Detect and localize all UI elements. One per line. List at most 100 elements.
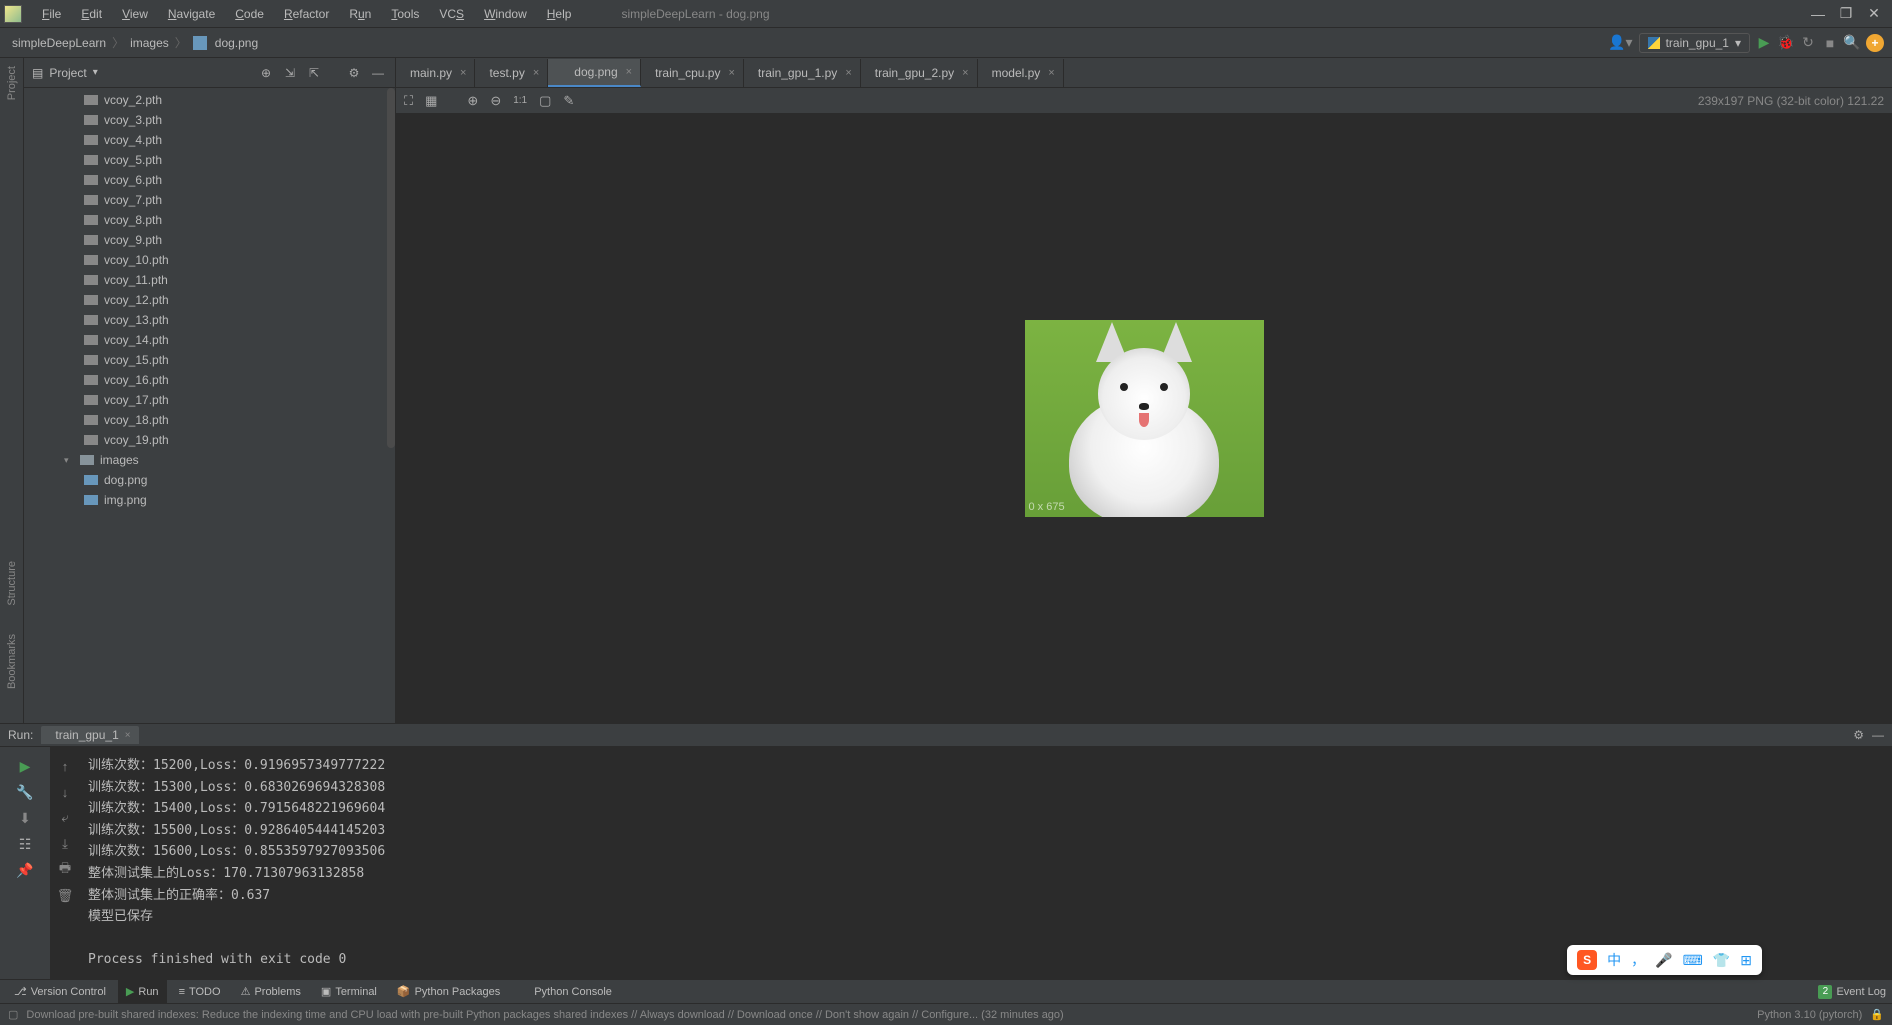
tree-file[interactable]: vcoy_19.pth	[24, 430, 395, 450]
lock-icon[interactable]: 🔒	[1870, 1008, 1884, 1021]
locate-icon[interactable]: ⊕	[257, 64, 275, 82]
soft-wrap-button[interactable]: ⤶	[54, 805, 76, 831]
tree-file[interactable]: vcoy_4.pth	[24, 130, 395, 150]
breadcrumb-root[interactable]: simpleDeepLearn	[8, 36, 110, 50]
tree-file[interactable]: vcoy_5.pth	[24, 150, 395, 170]
tree-file[interactable]: vcoy_14.pth	[24, 330, 395, 350]
ide-updates-icon[interactable]: +	[1866, 34, 1884, 52]
zoom-in-icon[interactable]: ⊕	[467, 93, 478, 109]
menu-edit[interactable]: Edit	[71, 7, 112, 21]
debug-button[interactable]: 🐞	[1778, 35, 1794, 51]
clear-button[interactable]: 🗑	[54, 883, 76, 909]
run-settings-icon[interactable]: ⚙	[1853, 728, 1864, 742]
ime-lang[interactable]: 中	[1607, 950, 1621, 970]
menu-navigate[interactable]: Navigate	[158, 7, 225, 21]
run-button[interactable]: ▶	[1756, 35, 1772, 51]
editor-tab[interactable]: test.py×	[475, 59, 548, 87]
tree-file[interactable]: vcoy_3.pth	[24, 110, 395, 130]
status-message[interactable]: Download pre-built shared indexes: Reduc…	[26, 1009, 1063, 1021]
tree-file[interactable]: vcoy_10.pth	[24, 250, 395, 270]
run-tab[interactable]: train_gpu_1 ×	[41, 726, 138, 744]
expand-all-icon[interactable]: ⇲	[281, 64, 299, 82]
breadcrumb-folder[interactable]: images	[126, 36, 173, 50]
menu-code[interactable]: Code	[225, 7, 274, 21]
sogou-icon[interactable]: S	[1577, 950, 1597, 970]
tree-file[interactable]: vcoy_17.pth	[24, 390, 395, 410]
ime-punct[interactable]: ，	[1631, 950, 1645, 970]
close-button[interactable]: ✕	[1860, 5, 1888, 22]
editor-tab[interactable]: main.py×	[396, 59, 475, 87]
rerun-button[interactable]: ▶	[14, 753, 36, 779]
editor-tab[interactable]: dog.png×	[548, 59, 641, 87]
tree-file[interactable]: vcoy_16.pth	[24, 370, 395, 390]
terminal-tab[interactable]: ▣Terminal	[313, 980, 385, 1003]
maximize-button[interactable]: ❐	[1832, 5, 1860, 22]
event-log-badge[interactable]: 2	[1818, 985, 1832, 999]
stop-run-button[interactable]: ⬇	[14, 805, 36, 831]
ime-keyboard-icon[interactable]: ⌨	[1683, 952, 1703, 969]
menu-window[interactable]: Window	[474, 7, 537, 21]
tree-file[interactable]: vcoy_9.pth	[24, 230, 395, 250]
tree-file[interactable]: vcoy_12.pth	[24, 290, 395, 310]
image-canvas[interactable]: 0 x 675	[396, 114, 1892, 723]
problems-tab[interactable]: ⚠Problems	[233, 980, 309, 1003]
breadcrumb-file[interactable]: dog.png	[211, 36, 262, 50]
tool-window-toggle-icon[interactable]: ▢	[8, 1008, 18, 1021]
tree-file[interactable]: vcoy_13.pth	[24, 310, 395, 330]
settings-icon[interactable]: ⚙	[345, 64, 363, 82]
background-icon[interactable]: ▢	[539, 93, 551, 109]
todo-tab[interactable]: ≡TODO	[171, 980, 229, 1003]
tree-file[interactable]: dog.png	[24, 470, 395, 490]
actual-size-icon[interactable]: 1:1	[513, 95, 527, 106]
ime-toolbar[interactable]: S 中 ， 🎤 ⌨ 👕 ⊞	[1567, 945, 1762, 975]
layout-button[interactable]: ☷	[14, 831, 36, 857]
tree-file[interactable]: img.png	[24, 490, 395, 510]
minimize-button[interactable]: —	[1804, 6, 1832, 22]
zoom-out-icon[interactable]: ⊖	[490, 93, 501, 109]
scroll-end-button[interactable]: ⤓	[54, 831, 76, 857]
project-tool-button[interactable]: Project	[6, 62, 18, 104]
run-tab-button[interactable]: ▶Run	[118, 980, 167, 1003]
menu-help[interactable]: Help	[537, 7, 582, 21]
python-console-tab[interactable]: Python Console	[512, 980, 620, 1003]
tree-file[interactable]: vcoy_7.pth	[24, 190, 395, 210]
stop-button[interactable]: ■	[1822, 35, 1838, 51]
tree-file[interactable]: vcoy_18.pth	[24, 410, 395, 430]
tree-file[interactable]: vcoy_11.pth	[24, 270, 395, 290]
pin-button[interactable]: 📌	[14, 857, 36, 883]
grid-icon[interactable]: ▦	[425, 93, 437, 109]
menu-refactor[interactable]: Refactor	[274, 7, 339, 21]
ime-mic-icon[interactable]: 🎤	[1655, 952, 1672, 969]
ime-more-icon[interactable]: ⊞	[1740, 952, 1752, 969]
menu-run[interactable]: Run	[339, 7, 381, 21]
menu-view[interactable]: View	[112, 7, 158, 21]
project-tree[interactable]: vcoy_2.pthvcoy_3.pthvcoy_4.pthvcoy_5.pth…	[24, 88, 395, 723]
tree-scrollbar[interactable]	[387, 88, 395, 448]
editor-tab[interactable]: train_gpu_1.py×	[744, 59, 861, 87]
tree-file[interactable]: vcoy_2.pth	[24, 90, 395, 110]
collapse-all-icon[interactable]: ⇱	[305, 64, 323, 82]
down-trace-button[interactable]: ↓	[54, 779, 76, 805]
fit-zoom-icon[interactable]: ⛶	[404, 93, 413, 109]
interpreter-status[interactable]: Python 3.10 (pytorch)	[1757, 1009, 1862, 1021]
tree-file[interactable]: vcoy_15.pth	[24, 350, 395, 370]
editor-tab[interactable]: model.py×	[978, 59, 1064, 87]
code-with-me-icon[interactable]: 👤▾	[1608, 34, 1632, 51]
tree-file[interactable]: vcoy_6.pth	[24, 170, 395, 190]
version-control-tab[interactable]: ⎇Version Control	[6, 980, 114, 1003]
event-log-button[interactable]: Event Log	[1836, 986, 1886, 998]
bookmarks-tool-button[interactable]: Bookmarks	[6, 630, 18, 693]
run-configuration-selector[interactable]: train_gpu_1 ▾	[1639, 33, 1750, 53]
run-coverage-button[interactable]: ↻	[1800, 35, 1816, 51]
menu-file[interactable]: File	[32, 7, 71, 21]
tree-file[interactable]: vcoy_8.pth	[24, 210, 395, 230]
hide-panel-icon[interactable]: —	[369, 64, 387, 82]
modify-run-button[interactable]: 🔧	[14, 779, 36, 805]
editor-tab[interactable]: train_cpu.py×	[641, 59, 744, 87]
print-button[interactable]: 🖶	[54, 857, 76, 883]
color-picker-icon[interactable]: ✎	[563, 93, 574, 109]
up-trace-button[interactable]: ↑	[54, 753, 76, 779]
search-everywhere-button[interactable]: 🔍	[1844, 35, 1860, 51]
tree-folder[interactable]: ▾images	[24, 450, 395, 470]
python-packages-tab[interactable]: 📦Python Packages	[389, 980, 508, 1003]
